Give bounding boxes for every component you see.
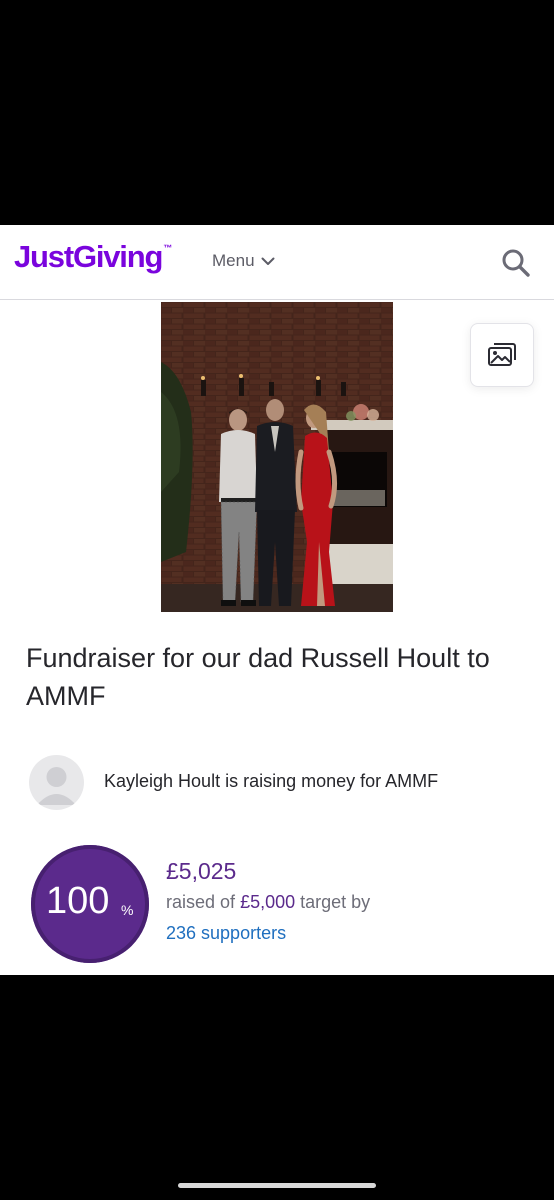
menu-label: Menu — [212, 251, 255, 270]
home-indicator[interactable] — [178, 1183, 376, 1188]
target-suffix: target by — [300, 892, 371, 912]
supporters-link[interactable]: 236 supporters — [166, 923, 286, 944]
chevron-down-icon — [261, 257, 275, 265]
search-icon — [502, 249, 530, 277]
organiser-line: Kayleigh Hoult is raising money for AMMF — [104, 771, 439, 791]
fundraiser-page: JustGiving™ Menu Fundraiser for our dad … — [0, 225, 554, 975]
raised-amount: £5,025 — [166, 858, 237, 884]
target-line: raised of £5,000 target by — [166, 892, 370, 913]
page-title: Fundraiser for our dad Russell Hoult to … — [26, 643, 490, 711]
justgiving-logo[interactable]: JustGiving™ — [14, 239, 172, 275]
progress-ring: 100 % — [31, 845, 149, 963]
menu-button[interactable]: Menu — [212, 251, 275, 271]
progress-percent: 100 — [46, 880, 110, 922]
progress-percent-sign: % — [121, 902, 134, 918]
gallery-button[interactable] — [470, 323, 534, 387]
raised-prefix: raised of — [166, 892, 236, 912]
photo-illustration — [161, 302, 393, 612]
gallery-icon — [488, 343, 516, 366]
user-avatar-icon — [29, 755, 84, 810]
target-amount: £5,000 — [240, 892, 296, 912]
site-header: JustGiving™ Menu — [0, 225, 554, 300]
fundraiser-photo[interactable] — [161, 302, 393, 612]
logo-text: JustGiving — [14, 239, 163, 274]
search-button[interactable] — [500, 247, 532, 279]
logo-trademark: ™ — [163, 243, 173, 253]
